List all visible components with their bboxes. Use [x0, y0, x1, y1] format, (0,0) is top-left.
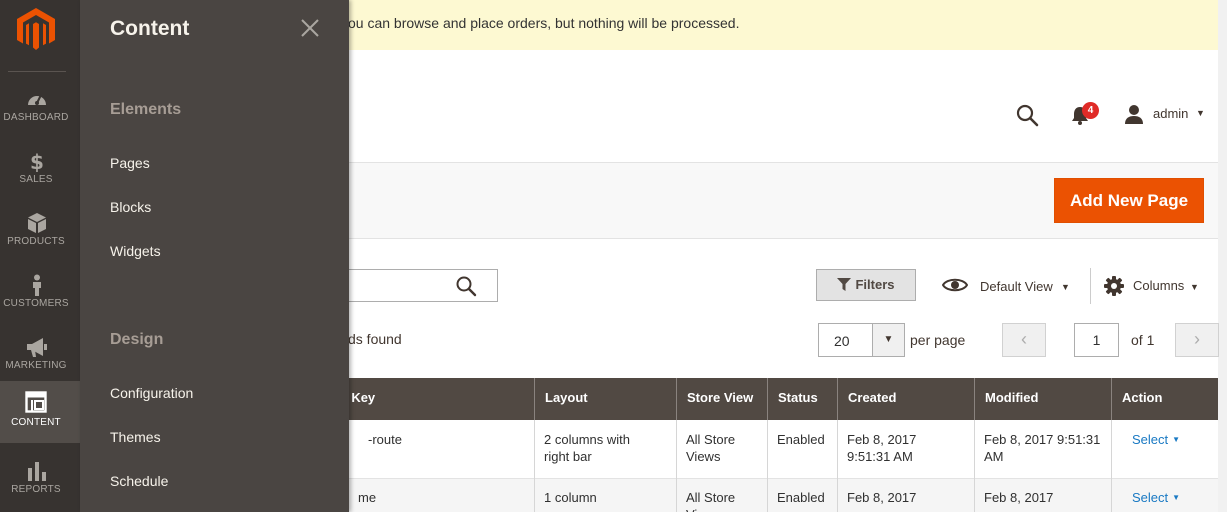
flyout-section-elements: Elements: [110, 101, 182, 118]
total-pages-label: of 1: [1131, 332, 1155, 348]
bar-chart-icon: [28, 462, 46, 481]
column-header-url-key[interactable]: L Key: [330, 378, 534, 420]
cell-modified: Feb 8, 2017: [984, 490, 1054, 505]
sidebar-item-customers[interactable]: CUSTOMERS: [0, 268, 72, 330]
sidebar-item-label: REPORTS: [11, 484, 61, 495]
flyout-link-configuration[interactable]: Configuration: [110, 385, 193, 401]
cell-status: Enabled: [777, 490, 825, 505]
toolbar-divider: [1090, 268, 1091, 304]
column-header-status[interactable]: Status: [767, 378, 837, 420]
sidebar-item-products[interactable]: PRODUCTS: [0, 206, 72, 268]
sidebar-item-reports[interactable]: REPORTS: [0, 454, 72, 512]
columns-dropdown[interactable]: Columns: [1133, 278, 1184, 293]
next-page-button[interactable]: ›: [1175, 323, 1219, 357]
column-header-modified[interactable]: Modified: [974, 378, 1111, 420]
select-label[interactable]: Select: [1132, 490, 1168, 505]
previous-page-button[interactable]: ‹: [1002, 323, 1046, 357]
sidebar-item-label: CUSTOMERS: [3, 298, 69, 309]
sidebar-item-label: CONTENT: [11, 417, 61, 428]
notifications-count-badge: 4: [1082, 102, 1099, 119]
sidebar-item-dashboard[interactable]: DASHBOARD: [0, 82, 72, 144]
column-header-store-view[interactable]: Store View: [676, 378, 767, 420]
magento-logo-icon[interactable]: [17, 8, 55, 50]
dollar-icon: $: [30, 150, 44, 172]
per-page-label: per page: [910, 332, 966, 348]
cell-created: Feb 8, 2017: [847, 490, 917, 505]
sidebar-divider: [8, 71, 66, 72]
flyout-title: Content: [110, 17, 190, 40]
sidebar-item-label: SALES: [19, 174, 53, 185]
dashboard-icon: [28, 94, 46, 105]
keyword-search-icon[interactable]: [455, 275, 477, 297]
admin-page: ou can browse and place orders, but noth…: [0, 0, 1227, 512]
box-icon: [28, 213, 46, 233]
megaphone-icon: [27, 338, 47, 357]
filters-button[interactable]: Filters: [816, 269, 916, 301]
svg-text:$: $: [30, 150, 44, 172]
column-header-layout[interactable]: Layout: [534, 378, 676, 420]
sidebar-item-content[interactable]: CONTENT: [0, 381, 80, 443]
eye-icon[interactable]: [942, 276, 968, 294]
add-new-page-button[interactable]: Add New Page: [1054, 178, 1204, 223]
user-menu-name[interactable]: admin: [1153, 106, 1188, 121]
per-page-value[interactable]: 20: [834, 333, 850, 349]
filter-funnel-icon: [837, 278, 852, 291]
select-caret-icon[interactable]: ▼: [1172, 435, 1180, 444]
select-label[interactable]: Select: [1132, 432, 1168, 447]
flyout-section-design: Design: [110, 331, 164, 348]
flyout-link-widgets[interactable]: Widgets: [110, 243, 161, 259]
user-menu-caret-icon[interactable]: ▼: [1196, 108, 1205, 118]
columns-caret-icon[interactable]: ▼: [1190, 282, 1199, 292]
filters-button-label: Filters: [855, 277, 895, 292]
per-page-caret-icon[interactable]: ▼: [872, 323, 905, 357]
flyout-link-themes[interactable]: Themes: [110, 429, 161, 445]
layout-icon: [25, 391, 47, 413]
sidebar-item-label: MARKETING: [5, 360, 67, 371]
cell-layout: 2 columns with right bar: [544, 432, 630, 464]
select-caret-icon[interactable]: ▼: [1172, 493, 1180, 502]
sidebar-item-sales[interactable]: $ SALES: [0, 144, 72, 206]
column-header-created[interactable]: Created: [837, 378, 974, 420]
cell-created: Feb 8, 2017 9:51:31 AM: [847, 432, 917, 464]
column-header-action: Action: [1111, 378, 1218, 420]
flyout-link-pages[interactable]: Pages: [110, 155, 150, 171]
person-icon: [33, 274, 41, 296]
row-action-select[interactable]: Select ▼: [1122, 489, 1180, 506]
column-divider: [1111, 420, 1112, 512]
cell-store-view: All Store Views: [686, 490, 736, 512]
cell-modified: Feb 8, 2017 9:51:31 AM: [984, 432, 1101, 464]
close-icon[interactable]: [300, 18, 320, 38]
admin-sidebar: DASHBOARD $ SALES PRODUCTS CUSTOMERS MAR…: [0, 0, 80, 512]
row-action-select[interactable]: Select ▼: [1122, 431, 1180, 448]
cell-url-key: me: [358, 490, 377, 505]
records-found-text: ds found: [348, 331, 402, 347]
sidebar-item-label: PRODUCTS: [7, 236, 65, 247]
cell-status: Enabled: [777, 432, 825, 447]
cell-store-view: All Store Views: [686, 432, 736, 464]
default-view-dropdown[interactable]: Default View: [980, 279, 1053, 294]
flyout-link-blocks[interactable]: Blocks: [110, 199, 151, 215]
flyout-link-schedule[interactable]: Schedule: [110, 473, 168, 489]
current-page-input[interactable]: 1: [1074, 323, 1119, 357]
view-caret-icon[interactable]: ▼: [1061, 282, 1070, 292]
sidebar-item-label: DASHBOARD: [3, 112, 69, 123]
cell-url-key: -route: [368, 432, 402, 447]
user-icon[interactable]: [1123, 103, 1145, 125]
cell-layout: 1 column: [544, 490, 597, 505]
global-search-icon[interactable]: [1015, 103, 1039, 127]
page-scrollbar[interactable]: [1218, 0, 1227, 512]
system-notice-text: ou can browse and place orders, but noth…: [348, 15, 740, 31]
gear-icon[interactable]: [1103, 275, 1125, 297]
